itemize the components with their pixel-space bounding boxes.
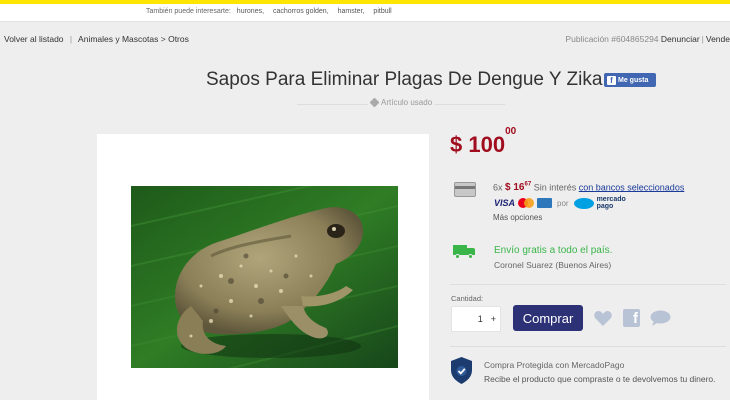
protected-purchase-description: Recibe el producto que compraste o te de…	[484, 374, 716, 384]
visa-logo: VISA	[494, 198, 516, 208]
suggestion-link[interactable]: hamster,	[338, 8, 365, 15]
free-shipping-text: Envío gratis a todo el país.	[494, 245, 613, 256]
seller-link[interactable]: Vende	[706, 34, 730, 44]
quantity-stepper[interactable]: 1 +	[451, 306, 501, 332]
listing-title: Sapos Para Eliminar Plagas De Dengue Y Z…	[206, 69, 608, 90]
facebook-icon: f	[607, 75, 616, 85]
price-currency: $	[450, 132, 463, 157]
breadcrumb-divider: |	[69, 34, 73, 44]
more-options-link[interactable]: Más opciones	[493, 213, 542, 222]
back-to-list-link[interactable]: Volver al listado	[4, 34, 64, 44]
mercadopago-icon	[573, 197, 594, 209]
installment-cents: 67	[524, 182, 532, 188]
suggestion-link[interactable]: hurones,	[237, 8, 264, 15]
breadcrumb: Volver al listado | Animales y Mascotas …	[4, 34, 189, 44]
breadcrumb-category[interactable]: Animales y Mascotas	[78, 34, 158, 44]
facebook-share-icon[interactable]: f	[623, 309, 640, 327]
installments-info: 6x $ 1667 Sin interés con bancos selecci…	[493, 182, 684, 193]
por-label: por	[557, 198, 569, 208]
quantity-value[interactable]: 1	[478, 314, 483, 324]
facebook-like-label: Me gusta	[618, 76, 649, 84]
installment-amount: $ 1667	[505, 182, 531, 193]
item-condition: Artículo usado	[368, 97, 436, 108]
top-suggestion-bar: También puede interesarte: hurones, cach…	[0, 0, 730, 22]
suggestion-link[interactable]: pitbull	[373, 8, 391, 15]
suggestions: También puede interesarte: hurones, cach…	[146, 8, 399, 15]
price: $ 10000	[450, 126, 516, 158]
mercadopago-logo-text: mercado pago	[596, 196, 626, 210]
truck-icon	[453, 243, 476, 260]
condition-label: Artículo usado	[381, 98, 433, 107]
quantity-label: Cantidad:	[451, 294, 484, 303]
publication-id: Publicación #604865294	[565, 34, 659, 44]
facebook-like-button[interactable]: f Me gusta	[604, 73, 656, 87]
installments-count: 6x	[493, 182, 503, 193]
breadcrumb-separator: >	[160, 34, 166, 44]
installment-amount-value: $ 16	[505, 182, 525, 194]
suggestion-link[interactable]: cachorros golden,	[273, 8, 329, 15]
interest-label: Sin interés	[533, 182, 577, 193]
divider	[450, 346, 726, 347]
price-amount: 100	[468, 132, 506, 157]
divider	[450, 284, 726, 285]
chat-icon[interactable]	[650, 310, 671, 327]
mastercard-logo	[518, 198, 535, 208]
seller-location: Coronel Suarez (Buenos Aires)	[494, 260, 612, 270]
card-icon	[454, 182, 476, 197]
buy-button[interactable]: Comprar	[513, 305, 583, 331]
publication-info: Publicación #604865294 Denunciar | Vende	[565, 34, 730, 44]
payment-logos: VISA por mercado pago	[494, 196, 626, 210]
protected-purchase-title: Compra Protegida con MercadoPago	[484, 360, 625, 370]
product-image[interactable]	[131, 186, 398, 368]
heart-icon[interactable]	[594, 310, 612, 327]
suggestions-label: También puede interesarte:	[146, 8, 231, 15]
quantity-increment[interactable]: +	[491, 314, 496, 324]
breadcrumb-subcategory[interactable]: Otros	[168, 34, 189, 44]
tag-icon	[369, 97, 380, 108]
price-cents: 00	[505, 125, 517, 137]
shield-icon	[451, 357, 472, 384]
banks-link[interactable]: con bancos seleccionados	[579, 182, 685, 192]
report-link[interactable]: Denunciar	[661, 34, 700, 44]
amex-logo	[537, 198, 553, 208]
